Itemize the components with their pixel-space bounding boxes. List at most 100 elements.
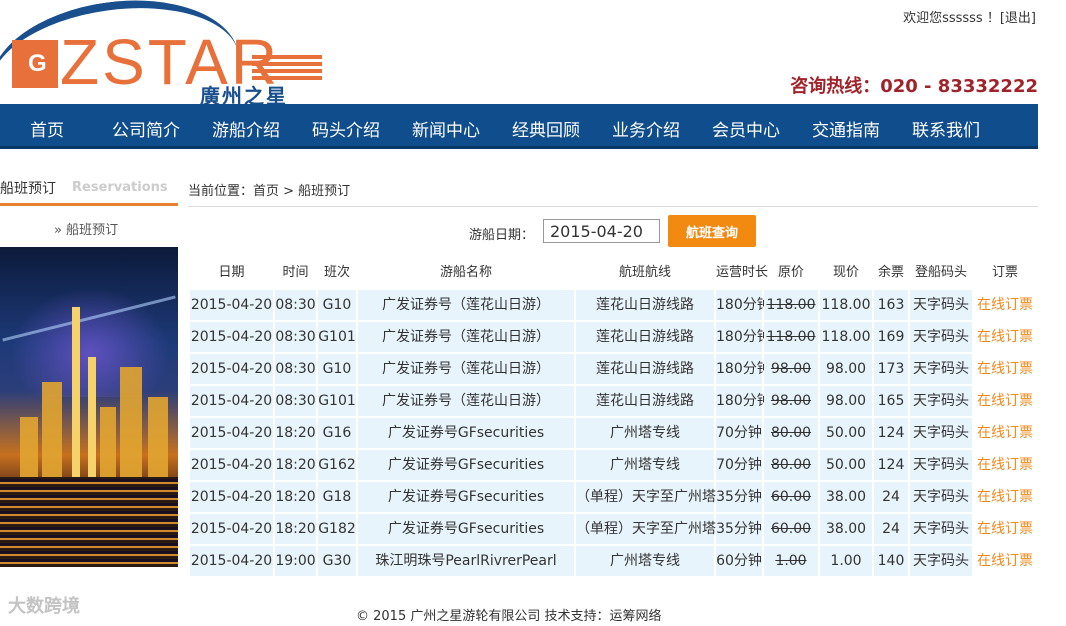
book-online-link[interactable]: 在线订票: [974, 450, 1036, 480]
cell-time: 18:20: [275, 482, 316, 512]
book-online-link[interactable]: 在线订票: [974, 482, 1036, 512]
building: [148, 397, 168, 477]
main-nav: 首页 公司简介 游船介绍 码头介绍 新闻中心 经典回顾 业务介绍 会员中心 交通…: [0, 104, 1038, 149]
breadcrumb: 当前位置：首页 > 船班预订: [188, 184, 351, 199]
cell-pier: 天字码头: [910, 514, 972, 544]
cell-date: 2015-04-20: [190, 322, 273, 352]
cell-date: 2015-04-20: [190, 418, 273, 448]
cell-time: 18:20: [275, 450, 316, 480]
header-boat: 游船名称: [439, 265, 492, 280]
table-row: 2015-04-20 08:30 G10 广发证券号（莲花山日游） 莲花山日游线路 180…: [188, 354, 1038, 386]
cell-remaining: 165: [874, 386, 908, 416]
nav-company[interactable]: 公司简介: [112, 116, 180, 141]
cell-route: 莲花山日游线路: [576, 354, 714, 384]
cell-orig-price: 80.00: [764, 418, 818, 448]
cell-orig-price: 118.00: [764, 322, 818, 352]
cell-duration: 180分钟: [716, 354, 771, 384]
nav-member[interactable]: 会员中心: [712, 116, 780, 141]
cell-orig-price: 80.00: [764, 450, 818, 480]
logo-letter: G: [28, 50, 47, 77]
cell-pier: 天字码头: [910, 546, 972, 576]
cell-boat: 广发证券号（莲花山日游）: [358, 290, 574, 320]
table-row: 2015-04-20 08:30 G101 广发证券号（莲花山日游） 莲花山日游线路 18…: [188, 322, 1038, 354]
nav-home[interactable]: 首页: [30, 116, 64, 141]
cell-price: 1.00: [820, 546, 872, 576]
cell-date: 2015-04-20: [190, 290, 273, 320]
book-online-link[interactable]: 在线订票: [974, 514, 1036, 544]
table-row: 2015-04-20 18:20 G162 广发证券号GFsecurities 广州塔专…: [188, 450, 1038, 482]
tower: [88, 357, 96, 477]
cell-remaining: 24: [874, 482, 908, 512]
cell-orig-price: 118.00: [764, 290, 818, 320]
welcome-text: 欢迎您ssssss ！: [903, 11, 1000, 26]
cell-orig-price: 1.00: [764, 546, 818, 576]
cell-price: 38.00: [820, 482, 872, 512]
cell-price: 38.00: [820, 514, 872, 544]
cell-route: 莲花山日游线路: [576, 386, 714, 416]
cell-route: 广州塔专线: [576, 418, 714, 448]
cell-route: 莲花山日游线路: [576, 290, 714, 320]
book-online-link[interactable]: 在线订票: [974, 290, 1036, 320]
book-online-link[interactable]: 在线订票: [974, 386, 1036, 416]
cell-time: 18:20: [275, 418, 316, 448]
cell-time: 08:30: [275, 354, 316, 384]
cell-remaining: 163: [874, 290, 908, 320]
cell-price: 50.00: [820, 450, 872, 480]
cell-boat: 广发证券号（莲花山日游）: [358, 386, 574, 416]
tower: [72, 307, 80, 477]
cell-duration: 35分钟: [716, 482, 762, 512]
date-input[interactable]: [543, 219, 660, 243]
cell-orig-price: 98.00: [764, 386, 818, 416]
cell-pier: 天字码头: [910, 482, 972, 512]
sidebar-item-reservation[interactable]: » 船班预订: [54, 219, 118, 238]
book-online-link[interactable]: 在线订票: [974, 354, 1036, 384]
nav-business[interactable]: 业务介绍: [612, 116, 680, 141]
sidebar-title: 船班预订: [0, 181, 56, 197]
cell-price: 118.00: [820, 322, 872, 352]
nav-pier[interactable]: 码头介绍: [312, 116, 380, 141]
book-online-link[interactable]: 在线订票: [974, 322, 1036, 352]
date-label: 游船日期：: [469, 228, 535, 243]
cell-pier: 天字码头: [910, 290, 972, 320]
cell-pier: 天字码头: [910, 386, 972, 416]
nav-cruise[interactable]: 游船介绍: [212, 116, 280, 141]
book-online-link[interactable]: 在线订票: [974, 546, 1036, 576]
cell-boat: 广发证券号（莲花山日游）: [358, 322, 574, 352]
cell-pier: 天字码头: [910, 450, 972, 480]
building: [120, 367, 142, 477]
logo-stripes: [252, 52, 322, 80]
cell-remaining: 173: [874, 354, 908, 384]
book-online-link[interactable]: 在线订票: [974, 418, 1036, 448]
header-pier: 登船码头: [914, 265, 967, 280]
building: [42, 382, 62, 477]
cell-date: 2015-04-20: [190, 354, 273, 384]
cell-date: 2015-04-20: [190, 386, 273, 416]
nav-contact[interactable]: 联系我们: [912, 116, 980, 141]
cell-date: 2015-04-20: [190, 546, 273, 576]
cell-price: 98.00: [820, 354, 872, 384]
header-time: 时间: [282, 265, 309, 280]
nav-news[interactable]: 新闻中心: [412, 116, 480, 141]
table-row: 2015-04-20 18:20 G16 广发证券号GFsecurities 广州塔专线…: [188, 418, 1038, 450]
query-button[interactable]: 航班查询: [668, 215, 756, 247]
cell-route: 广州塔专线: [576, 546, 714, 576]
footer: © 2015 广州之星游轮有限公司 技术支持：运筹网络: [356, 609, 662, 624]
nav-review[interactable]: 经典回顾: [512, 116, 580, 141]
river-reflection: [0, 477, 178, 567]
cell-price: 50.00: [820, 418, 872, 448]
cell-boat: 广发证券号（莲花山日游）: [358, 354, 574, 384]
header-book: 订票: [991, 265, 1018, 280]
sidebar-title-en: Reservations: [72, 180, 168, 195]
header-price: 现价: [832, 265, 859, 280]
table-row: 2015-04-20 18:20 G182 广发证券号GFsecurities （单程）…: [188, 514, 1038, 546]
cell-boat: 广发证券号GFsecurities: [358, 418, 574, 448]
cell-boat: 广发证券号GFsecurities: [358, 482, 574, 512]
hotline: 咨询热线：020 - 83332222: [790, 76, 1038, 97]
sidebar-divider: [0, 203, 178, 206]
logo[interactable]: G ZSTAR 廣州之星: [0, 0, 330, 159]
cell-shift: G30: [318, 546, 356, 576]
cell-shift: G101: [318, 386, 356, 416]
logout-link[interactable]: [退出]: [1000, 11, 1036, 26]
nav-traffic[interactable]: 交通指南: [812, 116, 880, 141]
header-route: 航班航线: [618, 265, 671, 280]
